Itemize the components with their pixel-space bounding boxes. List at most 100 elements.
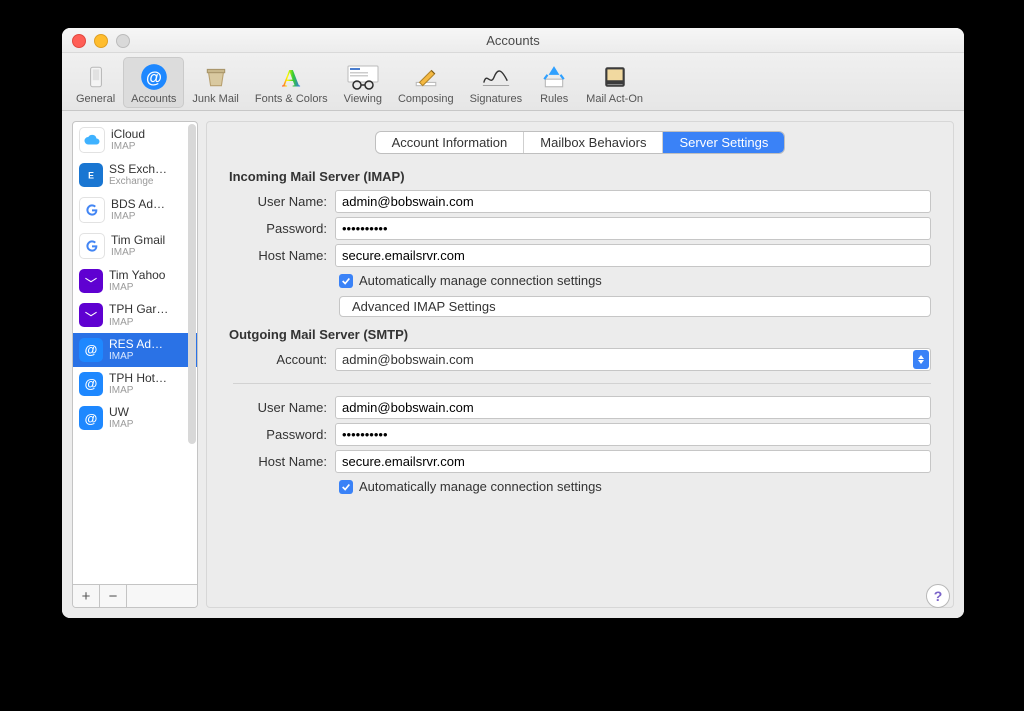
mailacton-icon xyxy=(599,61,631,93)
account-name: SS Exch… xyxy=(109,163,167,176)
rules-icon xyxy=(538,61,570,93)
outgoing-username-input[interactable] xyxy=(335,396,931,419)
outgoing-host-label: Host Name: xyxy=(233,454,327,469)
check-icon xyxy=(341,276,351,286)
toolbar-label: General xyxy=(76,93,115,105)
remove-account-button[interactable]: − xyxy=(100,585,127,607)
account-type: IMAP xyxy=(109,351,163,362)
account-item[interactable]: @UWIMAP xyxy=(73,401,197,435)
at-icon: @ xyxy=(79,372,103,396)
toolbar-label: Mail Act-On xyxy=(586,93,643,105)
account-name: TPH Hot… xyxy=(109,372,167,385)
outgoing-password-input[interactable] xyxy=(335,423,931,446)
check-icon xyxy=(341,482,351,492)
scrollbar[interactable] xyxy=(188,124,196,444)
toolbar-signatures[interactable]: Signatures xyxy=(462,57,531,108)
titlebar: Accounts xyxy=(62,28,964,53)
incoming-password-label: Password: xyxy=(233,221,327,236)
toolbar-composing[interactable]: Composing xyxy=(390,57,462,108)
toolbar-accounts[interactable]: @ Accounts xyxy=(123,57,184,108)
signatures-icon xyxy=(480,61,512,93)
toolbar-label: Accounts xyxy=(131,93,176,105)
yahoo-icon xyxy=(79,303,103,327)
outgoing-section-title: Outgoing Mail Server (SMTP) xyxy=(229,327,931,342)
google-icon xyxy=(79,197,105,223)
account-name: BDS Ad… xyxy=(111,198,165,211)
account-name: RES Ad… xyxy=(109,338,163,351)
window-controls xyxy=(72,34,130,48)
chevron-updown-icon xyxy=(913,350,929,369)
advanced-imap-button[interactable]: Advanced IMAP Settings xyxy=(339,296,931,317)
toolbar-general[interactable]: General xyxy=(68,57,123,108)
preferences-window: Accounts General @ Accounts Junk Mail xyxy=(62,28,964,618)
account-name: Tim Yahoo xyxy=(109,269,165,282)
preferences-toolbar: General @ Accounts Junk Mail A Fonts & C… xyxy=(62,53,964,111)
toolbar-fonts[interactable]: A Fonts & Colors xyxy=(247,57,336,108)
svg-text:E: E xyxy=(88,171,94,181)
outgoing-password-label: Password: xyxy=(233,427,327,442)
cloud-icon xyxy=(79,127,105,153)
incoming-password-input[interactable] xyxy=(335,217,931,240)
divider xyxy=(233,383,931,384)
at-icon: @ xyxy=(79,406,103,430)
exchange-icon: E xyxy=(79,163,103,187)
minimize-icon[interactable] xyxy=(94,34,108,48)
help-button[interactable]: ? xyxy=(926,584,950,608)
account-name: iCloud xyxy=(111,128,145,141)
toolbar-label: Composing xyxy=(398,93,454,105)
outgoing-auto-checkbox[interactable] xyxy=(339,480,353,494)
account-item[interactable]: BDS Ad…IMAP xyxy=(73,192,197,228)
incoming-auto-checkbox[interactable] xyxy=(339,274,353,288)
toolbar-mailacton[interactable]: Mail Act-On xyxy=(578,57,651,108)
add-account-button[interactable]: + xyxy=(73,585,100,607)
toolbar-junk[interactable]: Junk Mail xyxy=(184,57,246,108)
account-type: IMAP xyxy=(109,282,165,293)
toolbar-label: Fonts & Colors xyxy=(255,93,328,105)
settings-panel: Account Information Mailbox Behaviors Se… xyxy=(206,121,954,608)
outgoing-auto-label: Automatically manage connection settings xyxy=(359,479,602,494)
account-item[interactable]: E SS Exch…Exchange xyxy=(73,158,197,192)
toolbar-rules[interactable]: Rules xyxy=(530,57,578,108)
account-type: IMAP xyxy=(111,141,145,152)
outgoing-account-select[interactable]: admin@bobswain.com xyxy=(335,348,931,371)
account-item[interactable]: Tim GmailIMAP xyxy=(73,228,197,264)
account-item[interactable]: Tim YahooIMAP xyxy=(73,264,197,298)
account-name: UW xyxy=(109,406,133,419)
toolbar-label: Junk Mail xyxy=(192,93,238,105)
incoming-username-label: User Name: xyxy=(233,194,327,209)
close-icon[interactable] xyxy=(72,34,86,48)
account-item[interactable]: TPH Gar…IMAP xyxy=(73,298,197,332)
accounts-sidebar: iCloudIMAPESS Exch…ExchangeBDS Ad…IMAPTi… xyxy=(72,121,198,608)
viewing-icon xyxy=(347,61,379,93)
junk-icon xyxy=(200,61,232,93)
account-name: TPH Gar… xyxy=(109,303,168,316)
outgoing-host-input[interactable] xyxy=(335,450,931,473)
panel-tabs: Account Information Mailbox Behaviors Se… xyxy=(229,132,931,153)
content-area: iCloudIMAPESS Exch…ExchangeBDS Ad…IMAPTi… xyxy=(62,111,964,618)
tab-server-settings[interactable]: Server Settings xyxy=(663,132,784,153)
account-type: Exchange xyxy=(109,176,167,187)
incoming-host-label: Host Name: xyxy=(233,248,327,263)
composing-icon xyxy=(410,61,442,93)
account-item[interactable]: @RES Ad…IMAP xyxy=(73,333,197,367)
incoming-auto-label: Automatically manage connection settings xyxy=(359,273,602,288)
account-item[interactable]: iCloudIMAP xyxy=(73,122,197,158)
toolbar-viewing[interactable]: Viewing xyxy=(336,57,390,108)
toolbar-label: Viewing xyxy=(344,93,382,105)
fonts-icon: A xyxy=(275,61,307,93)
toolbar-label: Rules xyxy=(540,93,568,105)
outgoing-account-label: Account: xyxy=(233,352,327,367)
incoming-username-input[interactable] xyxy=(335,190,931,213)
zoom-icon[interactable] xyxy=(116,34,130,48)
incoming-host-input[interactable] xyxy=(335,244,931,267)
tab-account-information[interactable]: Account Information xyxy=(376,132,525,153)
account-type: IMAP xyxy=(109,385,167,396)
incoming-section-title: Incoming Mail Server (IMAP) xyxy=(229,169,931,184)
tab-mailbox-behaviors[interactable]: Mailbox Behaviors xyxy=(524,132,663,153)
account-name: Tim Gmail xyxy=(111,234,165,247)
outgoing-account-value: admin@bobswain.com xyxy=(342,352,474,367)
accounts-list: iCloudIMAPESS Exch…ExchangeBDS Ad…IMAPTi… xyxy=(73,122,197,584)
general-icon xyxy=(80,61,112,93)
accounts-footer: + − xyxy=(73,584,197,607)
account-item[interactable]: @ TPH Hot…IMAP xyxy=(73,367,197,401)
